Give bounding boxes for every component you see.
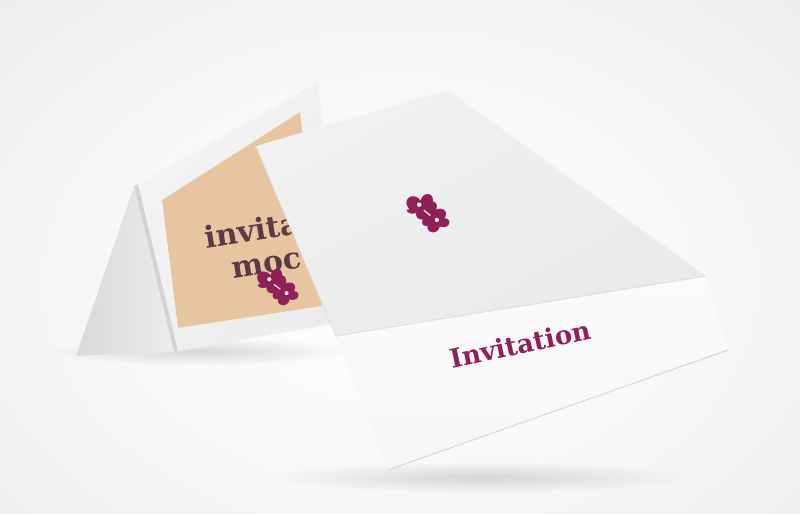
front-open-card: Invitation <box>255 90 729 471</box>
mockup-scene: invitation mockup Invitation <box>50 82 729 494</box>
front-card-shadow <box>270 462 690 494</box>
